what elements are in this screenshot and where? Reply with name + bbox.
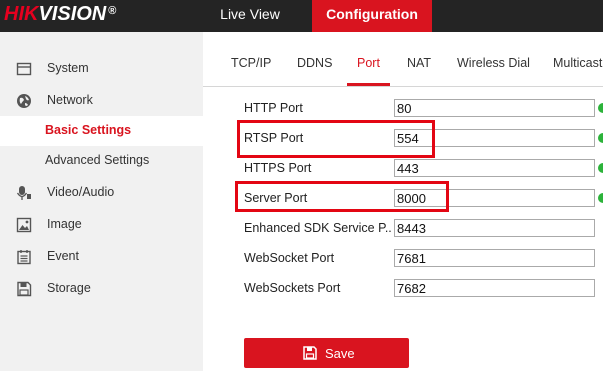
system-icon [16,62,32,76]
sidebar-item-label: Image [47,217,82,231]
valid-check-icon [598,133,603,143]
sidebar-item-label: Event [47,249,79,263]
websocket-port-input[interactable] [394,249,595,267]
tab-nat[interactable]: NAT [407,56,431,70]
valid-check-icon [598,163,603,173]
sidebar-item-label: Video/Audio [47,185,115,199]
save-button[interactable]: Save [244,338,409,368]
tab-multicast[interactable]: Multicast [553,56,602,70]
tab-configuration[interactable]: Configuration [312,0,432,32]
save-icon [303,346,317,360]
active-tab-indicator [347,83,390,86]
sidebar-item-event[interactable]: Event [0,242,203,272]
tab-ddns[interactable]: DDNS [297,56,332,70]
logo-text-rest: VISION [38,3,107,25]
rtsp-highlight-box [237,120,435,158]
sidebar-item-label: Advanced Settings [45,153,150,167]
top-bar: HIKVISION ® Live View Configuration [0,0,603,32]
save-label: Save [325,346,355,361]
sidebar-item-video-audio[interactable]: Video/Audio [0,178,203,208]
hikvision-logo: HIKVISION ® [4,3,116,26]
tab-wireless-dial[interactable]: Wireless Dial [457,56,530,70]
http-port-label: HTTP Port [244,101,303,115]
websocket-port-label: WebSocket Port [244,251,335,265]
network-icon [17,94,31,108]
sidebar-item-label: Network [47,93,93,107]
https-port-label: HTTPS Port [244,161,312,175]
websockets-port-input[interactable] [394,279,595,297]
network-tabs: TCP/IP DDNS Port NAT Wireless Dial Multi… [203,32,603,87]
valid-check-icon [598,103,603,113]
tab-live-view[interactable]: Live View [208,0,292,32]
http-port-input[interactable] [394,99,595,117]
storage-icon [17,281,32,297]
sidebar-item-network[interactable]: Network [0,86,203,116]
sidebar-item-image[interactable]: Image [0,210,203,240]
server-port-highlight-box [235,181,449,212]
sidebar-item-basic-settings[interactable]: Basic Settings [0,116,203,146]
https-port-input[interactable] [394,159,595,177]
sidebar-item-label: Basic Settings [45,123,132,137]
enhanced-sdk-port-input[interactable] [394,219,595,237]
sidebar-item-label: Storage [47,281,91,295]
sidebar: System Network Basic Settings Advanced S… [0,32,203,371]
enhanced-sdk-port-label: Enhanced SDK Service P... [244,221,392,235]
valid-check-icon [598,193,603,203]
image-icon [16,217,32,233]
sidebar-item-storage[interactable]: Storage [0,274,203,304]
video-audio-icon [16,186,31,200]
sidebar-item-label: System [47,61,89,75]
sidebar-item-advanced-settings[interactable]: Advanced Settings [0,146,203,176]
logo-text-first: HIK [4,3,39,25]
sidebar-item-system[interactable]: System [0,54,203,84]
event-icon [17,250,31,265]
registered-mark: ® [108,5,117,17]
tab-tcpip[interactable]: TCP/IP [231,56,271,70]
websockets-port-label: WebSockets Port [244,281,341,295]
tab-port[interactable]: Port [357,56,380,70]
